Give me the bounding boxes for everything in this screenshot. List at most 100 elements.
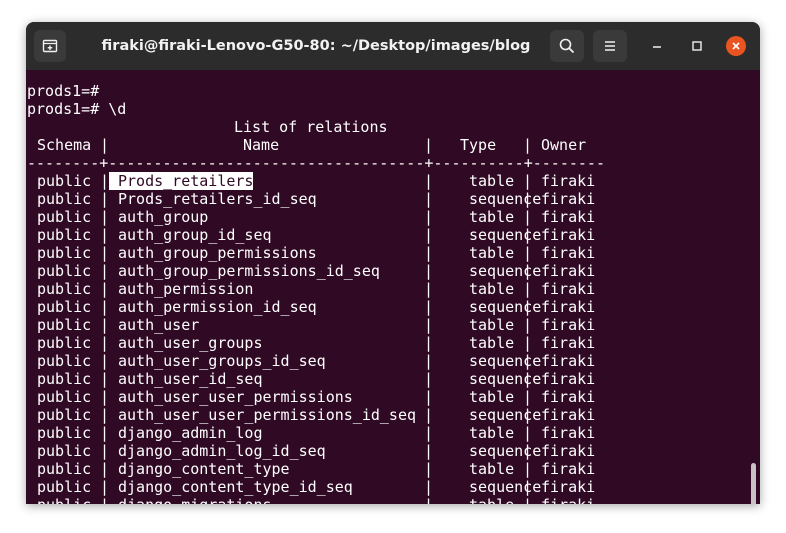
- cell-name: auth_user_user_permissions: [118, 388, 353, 406]
- cell-type: sequence: [469, 478, 542, 496]
- search-button[interactable]: [550, 30, 584, 62]
- column-divider: |: [100, 280, 110, 298]
- cell-schema: public: [37, 352, 92, 370]
- table-row: | | | public django_content_type_id_seq seque…: [27, 478, 760, 496]
- column-divider: |: [424, 316, 434, 334]
- column-divider: |: [424, 334, 434, 352]
- cell-name: auth_user_groups: [118, 334, 263, 352]
- column-divider: |: [523, 172, 533, 190]
- column-divider: |: [523, 460, 533, 478]
- table-row: | | | public Prods_retailers table firaki: [27, 172, 760, 190]
- column-divider: |: [523, 280, 533, 298]
- header-owner: Owner: [541, 136, 587, 154]
- cell-name: auth_permission: [118, 280, 254, 298]
- maximize-icon: [692, 41, 702, 51]
- command-line: prods1=# \d: [27, 100, 127, 118]
- maximize-button[interactable]: [687, 36, 707, 56]
- column-divider: |: [523, 496, 532, 504]
- terminal-output[interactable]: ^ prods1=# prods1=# \d List of relations…: [26, 70, 760, 504]
- cell-name: auth_user_user_permissions_id_seq: [118, 406, 417, 424]
- column-divider: |: [424, 298, 434, 316]
- column-divider: |: [100, 352, 110, 370]
- cell-type: table: [469, 388, 515, 406]
- cell-schema: public: [37, 298, 92, 316]
- table-caption: List of relations: [234, 118, 388, 136]
- cell-schema: public: [37, 370, 92, 388]
- table-row: | | | public auth_user_user_permissions_id_s…: [27, 406, 760, 424]
- cell-owner: firaki: [541, 226, 596, 244]
- table-row: | | | public Prods_retailers_id_seq sequence f…: [27, 190, 760, 208]
- table-separator: --------+-------------------------------…: [27, 154, 605, 172]
- cell-owner: firaki: [541, 334, 596, 352]
- header-schema: Schema: [37, 136, 92, 154]
- column-divider: |: [100, 370, 110, 388]
- cell-type: sequence: [469, 352, 542, 370]
- cell-schema: public: [37, 442, 92, 460]
- column-divider: |: [100, 298, 110, 316]
- table-row: | | | public auth_group_permissions_id_seq se…: [27, 262, 760, 280]
- cell-owner: firaki: [541, 352, 596, 370]
- title-bar[interactable]: firaki@firaki-Lenovo-G50-80: ~/Desktop/i…: [26, 22, 760, 70]
- cell-name: auth_group_id_seq: [118, 226, 272, 244]
- cell-type: table: [469, 334, 515, 352]
- table-row: | | | public auth_user_user_permissions table…: [27, 388, 760, 406]
- column-divider: |: [424, 424, 434, 442]
- table-row: | | | public auth_permission_id_seq sequence f…: [27, 298, 760, 316]
- cell-owner: firaki: [541, 424, 596, 442]
- cell-name: auth_user: [118, 316, 200, 334]
- cell-type: sequence: [469, 262, 542, 280]
- column-divider: |: [523, 334, 533, 352]
- cell-name: django_migrations: [118, 496, 272, 504]
- column-divider: |: [523, 424, 533, 442]
- column-divider: |: [424, 370, 434, 388]
- cell-owner: firaki: [541, 478, 596, 496]
- column-divider: |: [424, 478, 434, 496]
- table-row: | | | public django_admin_log_id_seq sequence…: [27, 442, 760, 460]
- column-divider: |: [100, 190, 110, 208]
- close-button[interactable]: [726, 36, 746, 56]
- column-divider: |: [424, 352, 434, 370]
- scrollbar-thumb[interactable]: [751, 463, 756, 504]
- column-divider: |: [424, 226, 434, 244]
- terminal-window: firaki@firaki-Lenovo-G50-80: ~/Desktop/i…: [26, 22, 760, 504]
- cell-name: auth_group_permissions: [118, 244, 317, 262]
- column-divider: |: [523, 208, 533, 226]
- cell-type: table: [469, 172, 515, 190]
- cell-owner: firaki: [541, 370, 596, 388]
- cell-schema: public: [37, 172, 92, 190]
- column-divider: |: [523, 388, 533, 406]
- cell-type: sequence: [469, 442, 542, 460]
- cell-schema: public: [37, 208, 92, 226]
- table-row: | | | public auth_user_id_seq sequence firaki: [27, 370, 760, 388]
- search-icon: [559, 38, 575, 54]
- menu-button[interactable]: [593, 30, 627, 62]
- table-row: | | | public django_migrations table firaki: [27, 496, 760, 504]
- cell-type: table: [469, 280, 515, 298]
- new-tab-button[interactable]: [34, 30, 66, 62]
- column-divider: |: [100, 388, 110, 406]
- cell-type: sequence: [469, 406, 542, 424]
- cell-schema: public: [37, 316, 92, 334]
- cell-schema: public: [37, 334, 92, 352]
- cell-owner: firaki: [541, 244, 596, 262]
- cell-owner: firaki: [541, 460, 596, 478]
- cell-schema: public: [37, 226, 92, 244]
- column-divider: |: [100, 262, 110, 280]
- cell-schema: public: [37, 496, 91, 504]
- minimize-button[interactable]: [647, 36, 667, 56]
- cell-schema: public: [37, 478, 92, 496]
- table-row: | | | public auth_user_groups_id_seq sequence…: [27, 352, 760, 370]
- column-divider: |: [100, 406, 110, 424]
- column-divider: |: [100, 478, 110, 496]
- hamburger-menu-icon: [605, 41, 615, 51]
- cell-schema: public: [37, 262, 92, 280]
- column-divider: |: [100, 334, 110, 352]
- cell-owner: firaki: [541, 388, 596, 406]
- column-divider: |: [100, 316, 110, 334]
- column-divider: |: [523, 316, 533, 334]
- table-header-row: Schema | Name | Type | Owner: [27, 136, 760, 154]
- column-divider: |: [100, 424, 110, 442]
- column-divider: |: [523, 136, 533, 154]
- column-divider: |: [100, 226, 110, 244]
- cell-owner: firaki: [541, 280, 596, 298]
